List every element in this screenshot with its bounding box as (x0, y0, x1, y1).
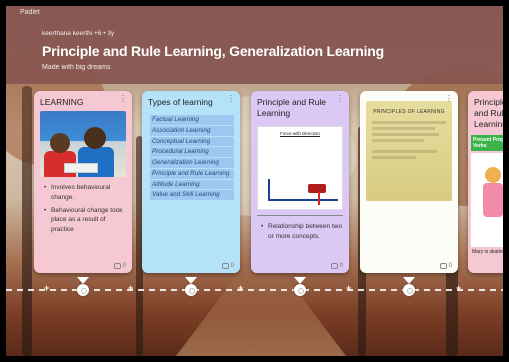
comment-icon (330, 263, 338, 269)
post-image-force-diagram[interactable]: Force with Direction (257, 126, 343, 211)
comment-count[interactable]: 0 (113, 263, 126, 269)
background-tree (22, 86, 32, 356)
image-title: PRINCIPLES OF LEARNING (373, 109, 445, 115)
add-post-icon[interactable]: + (456, 283, 461, 293)
timeline-node[interactable] (403, 284, 415, 296)
comment-count[interactable]: 0 (330, 263, 343, 269)
add-post-icon[interactable]: + (346, 283, 351, 293)
post-title: Principle and Rule Learning (474, 97, 503, 130)
list-item: Procedural Learning (150, 147, 234, 158)
more-options-icon[interactable]: ⋮ (445, 95, 453, 103)
post-bullets: Involves behavioural change. Behavioural… (34, 177, 132, 235)
post-card-principle-rule[interactable]: ⋮ Principle and Rule Learning Force with… (251, 91, 349, 273)
post-banner: Present Progressive Verbs (471, 135, 503, 152)
timeline-node[interactable] (77, 284, 89, 296)
learning-types-list: Factual Learning Association Learning Co… (142, 111, 240, 201)
post-card-principle-rule-2[interactable]: Principle and Rule Learning Present Prog… (468, 91, 503, 273)
comment-icon (113, 263, 121, 269)
board-subtitle: Made with big dreams (42, 64, 111, 71)
truck-illustration (308, 184, 326, 194)
list-item: Value and Skill Learning (150, 190, 234, 201)
add-post-icon[interactable]: + (128, 283, 133, 293)
list-item: Attitude Learning (150, 179, 234, 190)
post-title: Principle and Rule Learning (257, 97, 326, 119)
comment-icon (221, 263, 229, 269)
post-title: Types of learning (148, 97, 213, 107)
app-label: Padlet (20, 9, 40, 16)
timeline-node[interactable] (294, 284, 306, 296)
more-options-icon[interactable]: ⋮ (227, 95, 235, 103)
card-pointer (403, 277, 415, 284)
list-item: Generalization Learning (150, 158, 234, 168)
board-author[interactable]: keerthana keerthi +6 • 3y (42, 30, 114, 37)
comment-count[interactable]: 0 (439, 263, 452, 269)
post-image-children-reading[interactable] (40, 111, 126, 178)
image-text-lines (372, 121, 446, 159)
comment-count-value: 0 (122, 263, 126, 269)
post-card-types-of-learning[interactable]: ⋮ Types of learning Factual Learning Ass… (142, 91, 240, 273)
list-item: Factual Learning (150, 115, 234, 125)
post-card-principles-image[interactable]: ⋮ PRINCIPLES OF LEARNING 0 (360, 91, 458, 273)
board-header: Padlet keerthana keerthi +6 • 3y Princip… (6, 6, 503, 84)
comment-icon (439, 263, 447, 269)
card-pointer (185, 277, 197, 284)
comment-count-value: 0 (339, 263, 343, 269)
list-item: Association Learning (150, 125, 234, 136)
timeline-node[interactable] (185, 284, 197, 296)
board-title: Principle and Rule Learning, Generalizat… (42, 43, 384, 59)
post-caption: Mary is skating (472, 249, 503, 256)
bullet-item: Relationship between two or more concept… (261, 222, 343, 242)
bullet-item: Behavioural change took place as a resul… (44, 206, 126, 235)
card-pointer (77, 277, 89, 284)
bullet-item: Involves behavioural change. (44, 183, 126, 203)
comment-count-value: 0 (448, 263, 452, 269)
list-item: Principle and Rule Learning (150, 168, 234, 179)
comment-count-value: 0 (230, 263, 234, 269)
post-card-learning[interactable]: ⋮ LEARNING Involves behavioural change. … (34, 91, 132, 273)
padlet-board: Padlet keerthana keerthi +6 • 3y Princip… (6, 6, 503, 356)
list-item: Conceptual Learning (150, 136, 234, 147)
background-path (176, 266, 346, 356)
post-image-principles-of-learning[interactable]: PRINCIPLES OF LEARNING (366, 101, 452, 201)
post-title: LEARNING (40, 97, 84, 107)
comment-count[interactable]: 0 (221, 263, 234, 269)
more-options-icon[interactable]: ⋮ (119, 95, 127, 103)
add-post-icon[interactable]: + (238, 283, 243, 293)
more-options-icon[interactable]: ⋮ (336, 95, 344, 103)
post-bullets: Relationship between two or more concept… (251, 216, 349, 242)
add-post-icon[interactable]: + (44, 283, 49, 293)
post-image-girl-skating[interactable] (471, 153, 503, 248)
card-pointer (294, 277, 306, 284)
diagram-title: Force with Direction (280, 131, 320, 137)
